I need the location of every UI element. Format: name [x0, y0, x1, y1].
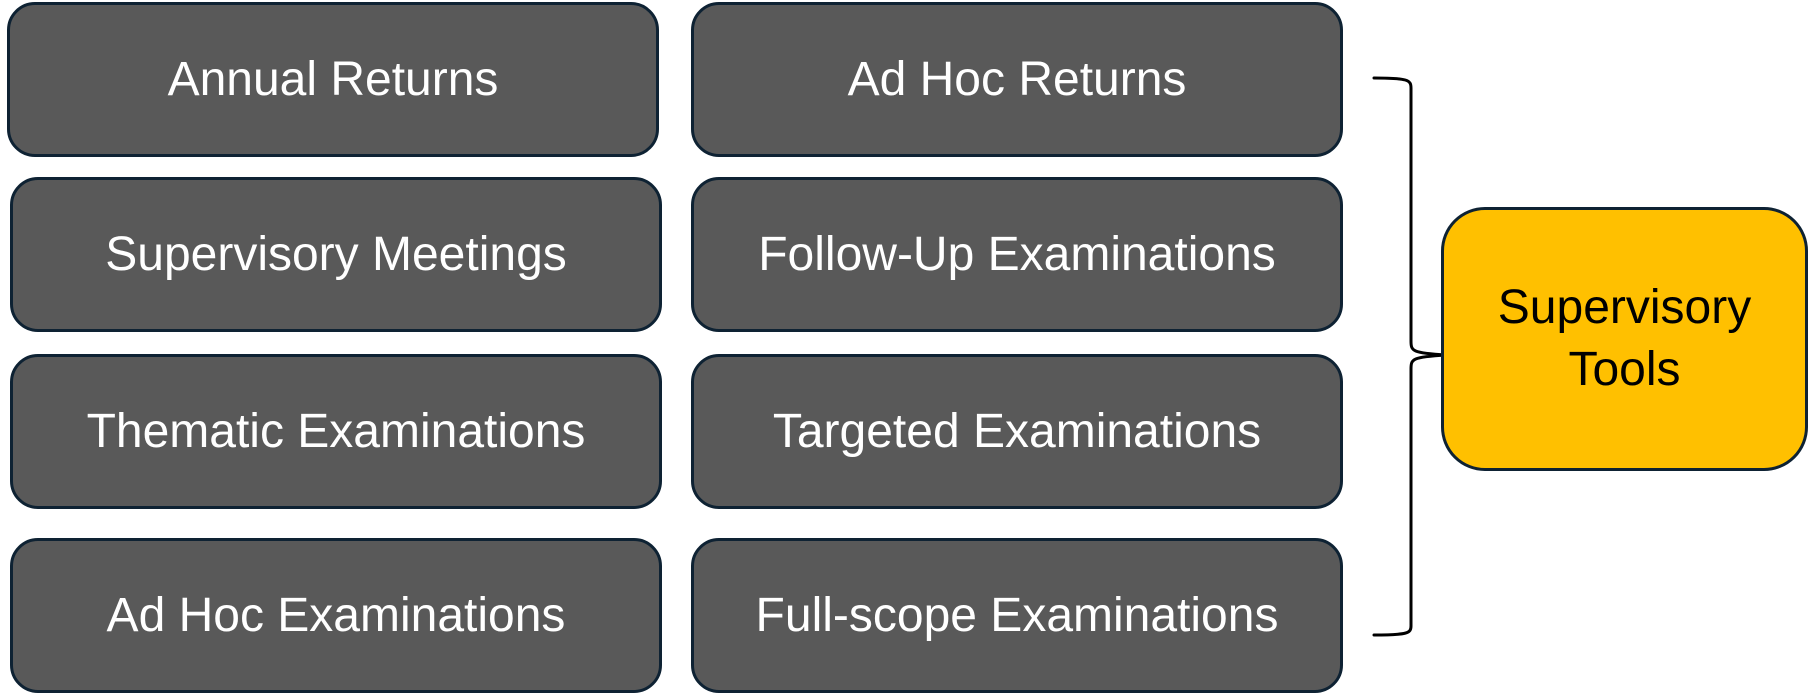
summary-box-supervisory-tools: Supervisory Tools: [1441, 207, 1808, 471]
summary-label: Supervisory Tools: [1498, 277, 1751, 402]
brace-path: [1372, 76, 1448, 637]
summary-label-line1: Supervisory: [1497, 280, 1752, 334]
summary-label-line2: Tools: [1568, 343, 1681, 396]
